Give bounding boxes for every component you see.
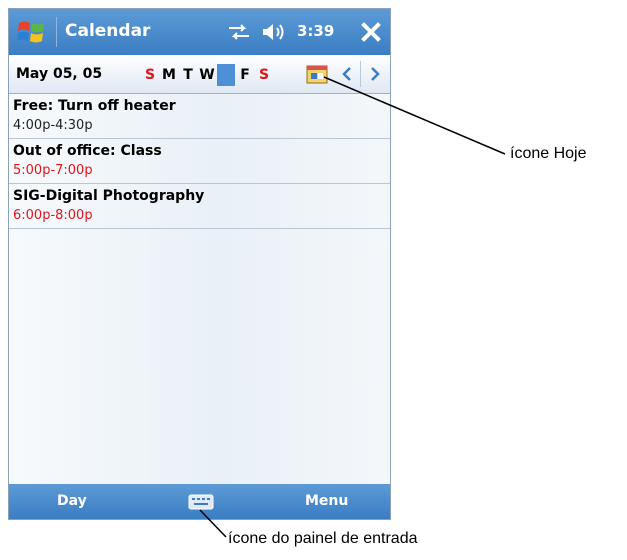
input-panel-callout-line: [199, 509, 227, 538]
today-icon-callout: ícone Hoje: [510, 145, 587, 162]
callout-lines: [199, 76, 506, 538]
today-callout-line: [323, 76, 506, 155]
input-panel-callout: ícone do painel de entrada: [228, 530, 418, 547]
